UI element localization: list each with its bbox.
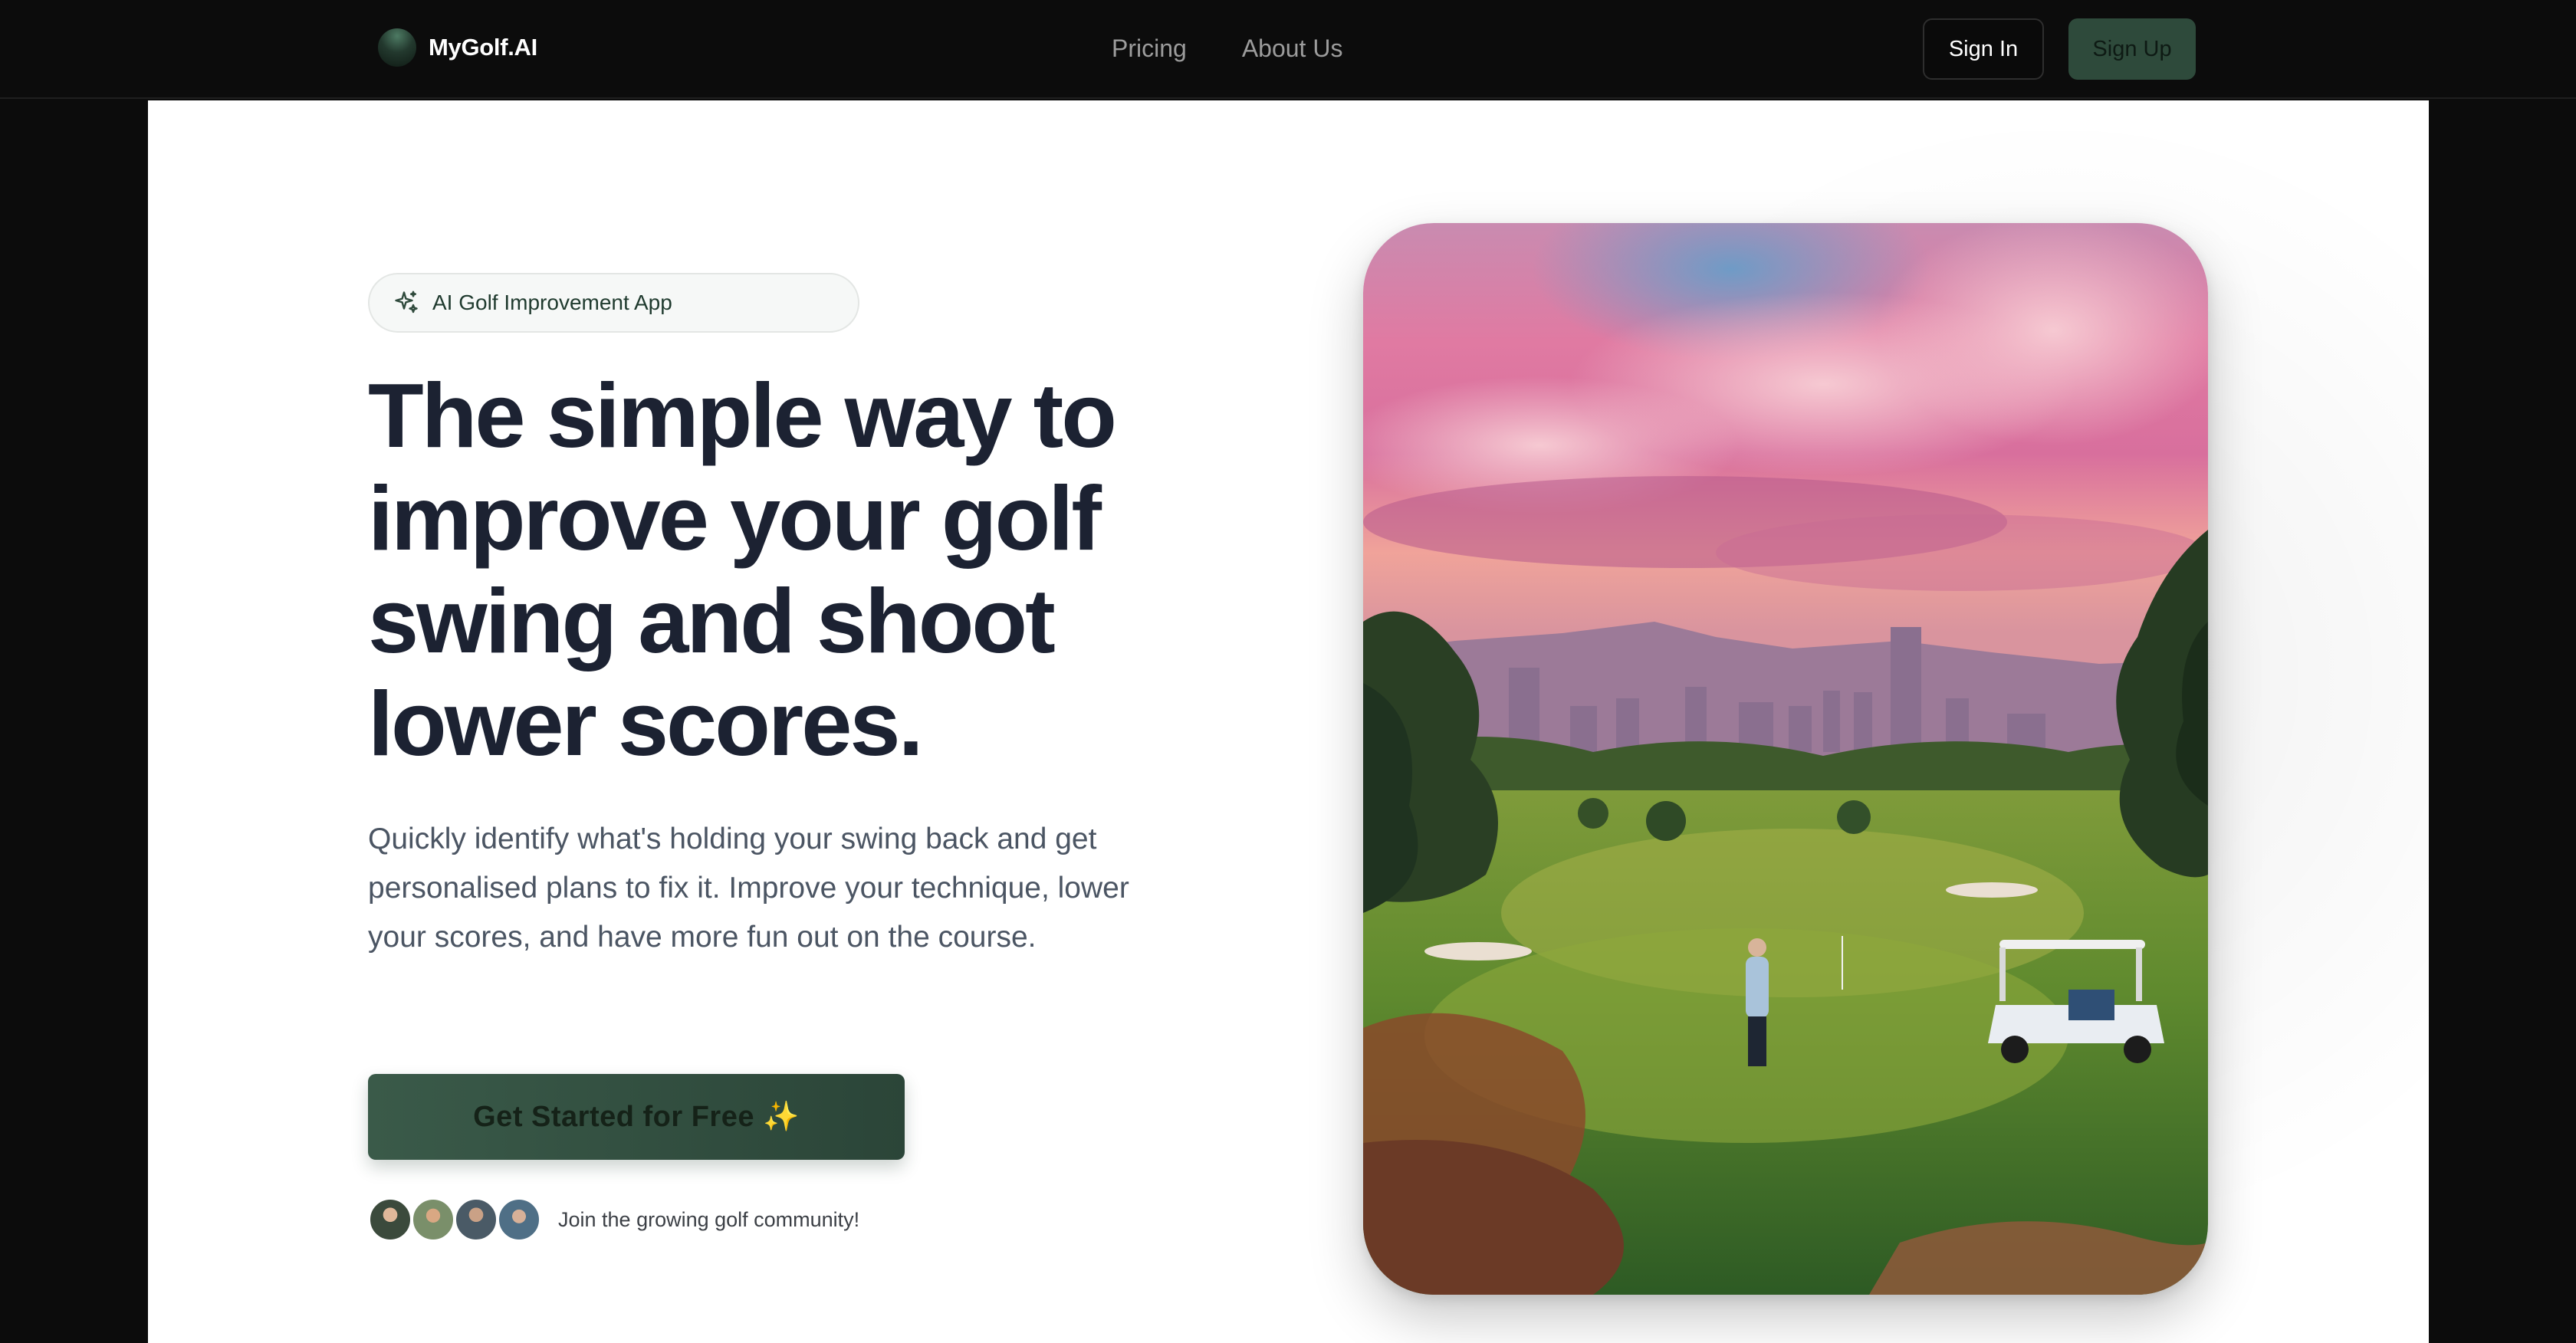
community-row: Join the growing golf community! xyxy=(368,1197,859,1243)
brand-name: MyGolf.AI xyxy=(429,34,537,61)
golf-course-sunset-image xyxy=(1363,223,2208,1295)
sparkles-icon xyxy=(395,291,418,314)
hero-section: AI Golf Improvement App The simple way t… xyxy=(148,100,2429,1343)
avatar xyxy=(411,1197,455,1242)
badge-label: AI Golf Improvement App xyxy=(432,291,672,314)
get-started-button[interactable]: Get Started for Free ✨ xyxy=(368,1074,905,1160)
brand[interactable]: MyGolf.AI xyxy=(378,28,537,67)
nav-link-pricing[interactable]: Pricing xyxy=(1112,34,1187,63)
avatar xyxy=(368,1197,412,1242)
hero-description: Quickly identify what's holding your swi… xyxy=(368,823,1129,954)
avatar-group xyxy=(368,1197,541,1242)
community-label: Join the growing golf community! xyxy=(558,1207,860,1231)
nav-links: Pricing About Us xyxy=(1112,31,1342,66)
feature-badge: AI Golf Improvement App xyxy=(368,273,859,333)
avatar xyxy=(454,1197,498,1242)
page-headline: The simple way to improve your golf swin… xyxy=(368,365,1117,775)
top-nav: MyGolf.AI Pricing About Us Sign In Sign … xyxy=(0,0,2576,99)
sign-in-button[interactable]: Sign In xyxy=(1923,18,2044,80)
nav-link-about-us[interactable]: About Us xyxy=(1242,34,1343,63)
golf-course-illustration xyxy=(1363,223,2208,1295)
brand-logo-icon xyxy=(378,28,416,67)
sign-up-button[interactable]: Sign Up xyxy=(2068,18,2196,80)
avatar xyxy=(497,1197,541,1242)
